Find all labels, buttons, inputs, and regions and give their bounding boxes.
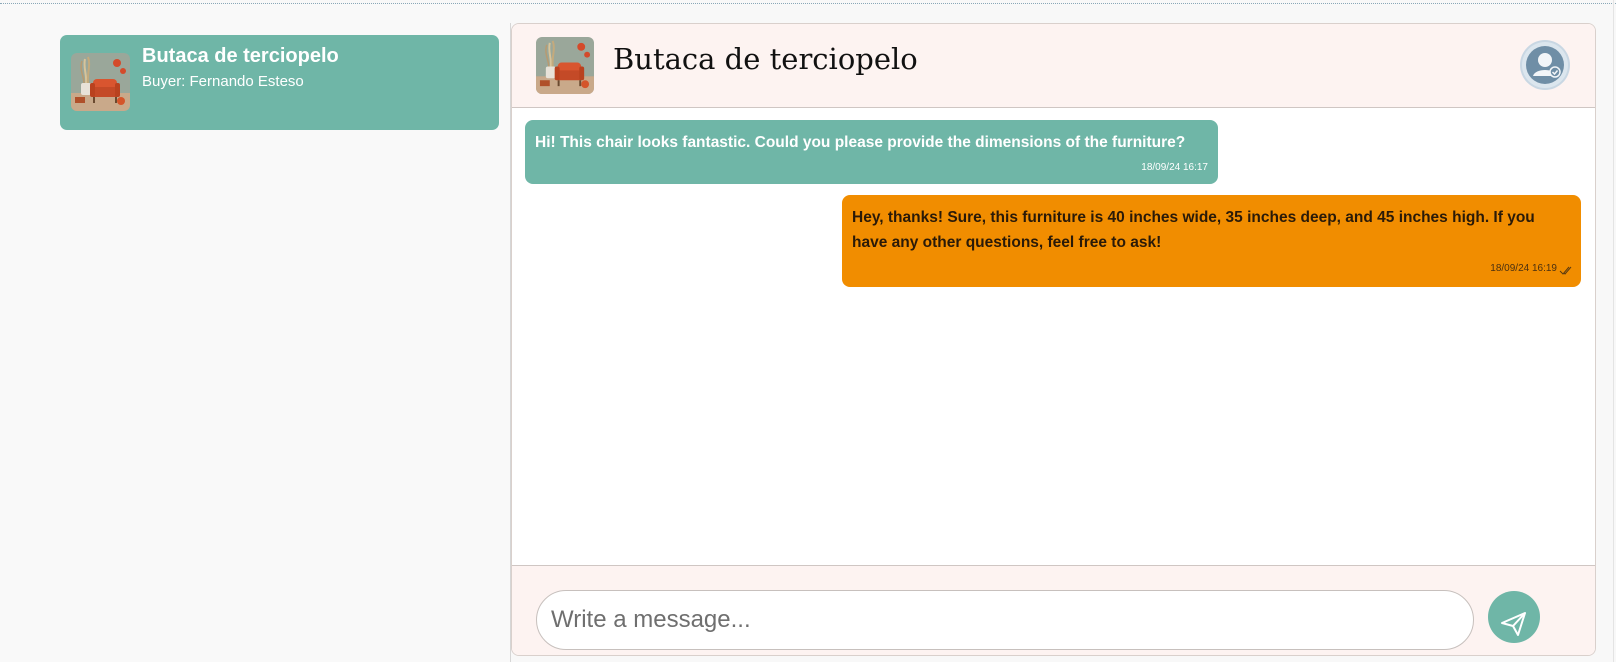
conversation-buyer: Buyer: Fernando Esteso <box>142 73 304 90</box>
velvet-armchair-thumbnail <box>71 53 130 111</box>
message-text: Hey, thanks! Sure, this furniture is 40 … <box>852 209 1535 251</box>
user-verified-avatar-icon[interactable] <box>1522 42 1568 88</box>
message-time: 18/09/24 16:17 <box>1141 162 1208 173</box>
chat-title: Butaca de terciopelo <box>613 42 918 76</box>
conversation-item[interactable]: Butaca de terciopelo Buyer: Fernando Est… <box>60 35 499 130</box>
velvet-armchair-thumbnail <box>536 37 594 94</box>
chat-header: Butaca de terciopelo <box>512 24 1595 108</box>
conversation-title: Butaca de terciopelo <box>142 45 339 67</box>
message-composer <box>512 565 1595 655</box>
window-edge <box>1613 0 1614 662</box>
send-button[interactable] <box>1488 591 1540 643</box>
message-time: 18/09/24 16:19 <box>1490 263 1557 274</box>
message-list: Hi! This chair looks fantastic. Could yo… <box>512 108 1595 565</box>
send-icon <box>1501 611 1526 636</box>
outgoing-message: Hey, thanks! Sure, this furniture is 40 … <box>842 195 1581 287</box>
message-input[interactable] <box>536 590 1474 650</box>
double-check-icon <box>1559 266 1572 275</box>
incoming-message: Hi! This chair looks fantastic. Could yo… <box>525 120 1218 184</box>
message-text: Hi! This chair looks fantastic. Could yo… <box>535 134 1186 151</box>
chat-panel: Butaca de terciopelo Hi! This chair look… <box>511 23 1596 656</box>
